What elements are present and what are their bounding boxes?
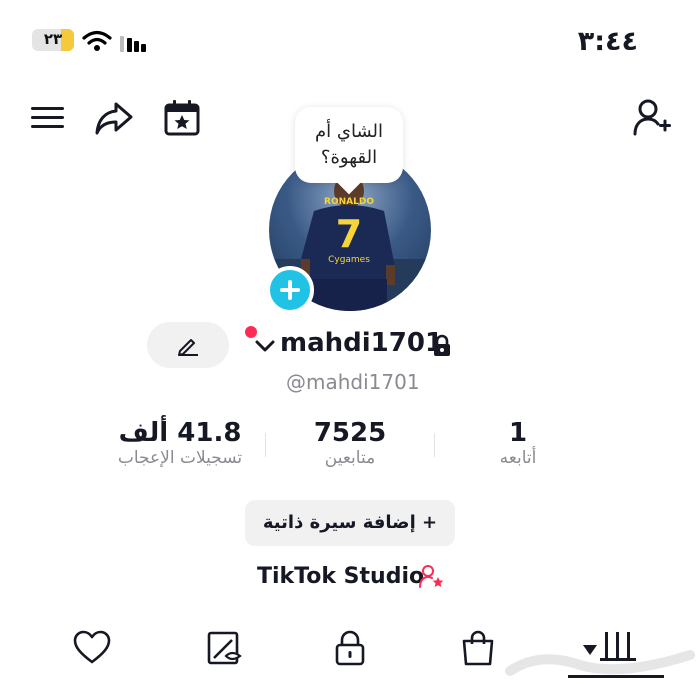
stat-following-value: 1 (508, 418, 528, 448)
tab-tagged-icon[interactable] (204, 628, 244, 668)
stat-likes-value: 41.8 ألف (118, 418, 242, 448)
status-time: ٣:٤٤ (577, 26, 638, 57)
stat-likes-label: تسجيلات الإعجاب (117, 448, 243, 468)
creator-star-icon (419, 565, 444, 588)
edit-profile-button[interactable] (147, 322, 229, 368)
battery-level: ٢٣ (43, 30, 63, 48)
stat-followers-label: متابعين (324, 448, 376, 468)
pencil-icon (178, 339, 198, 356)
private-lock-icon (434, 334, 450, 356)
add-friend-icon[interactable] (632, 98, 672, 138)
menu-icon[interactable] (28, 98, 68, 138)
share-icon[interactable] (94, 98, 134, 138)
tab-liked-heart-icon[interactable] (72, 628, 112, 668)
jersey-number: 7 (336, 212, 362, 256)
stat-following[interactable]: 1 أتابعه (470, 418, 566, 468)
note-bubble[interactable]: الشاي أم القهوة؟ (295, 107, 403, 183)
profile-username[interactable]: mahdi1701 (280, 328, 443, 358)
tiktok-studio-link[interactable]: TikTok Studio (257, 564, 424, 589)
stat-divider (434, 433, 435, 457)
stat-following-label: أتابعه (499, 448, 537, 468)
signal-icon (120, 36, 146, 52)
wifi-icon (82, 30, 112, 51)
add-story-button[interactable] (266, 266, 314, 314)
note-text-line2: القهوة؟ (320, 147, 378, 168)
tab-private-lock-icon[interactable] (330, 628, 370, 668)
battery-indicator: ٢٣ (32, 29, 74, 51)
profile-handle: @mahdi1701 (286, 370, 420, 394)
calendar-star-icon[interactable] (162, 98, 202, 138)
chevron-down-icon[interactable] (254, 338, 276, 354)
stat-followers[interactable]: 7525 متابعين (290, 418, 410, 468)
stat-likes[interactable]: 41.8 ألف تسجيلات الإعجاب (100, 418, 260, 468)
active-tab-indicator (568, 675, 664, 678)
stat-followers-value: 7525 (313, 418, 387, 448)
notification-dot (245, 326, 257, 338)
jersey-name: RONALDO (324, 197, 374, 207)
jersey-sponsor: Cygames (328, 255, 370, 265)
tab-videos-grid-icon[interactable] (598, 628, 638, 668)
note-text-line1: الشاي أم (315, 121, 383, 142)
stat-divider (265, 433, 266, 457)
tab-shop-bag-icon[interactable] (458, 628, 498, 668)
dropdown-triangle-icon[interactable] (582, 644, 598, 656)
add-bio-button[interactable]: + إضافة سيرة ذاتية (245, 500, 455, 546)
